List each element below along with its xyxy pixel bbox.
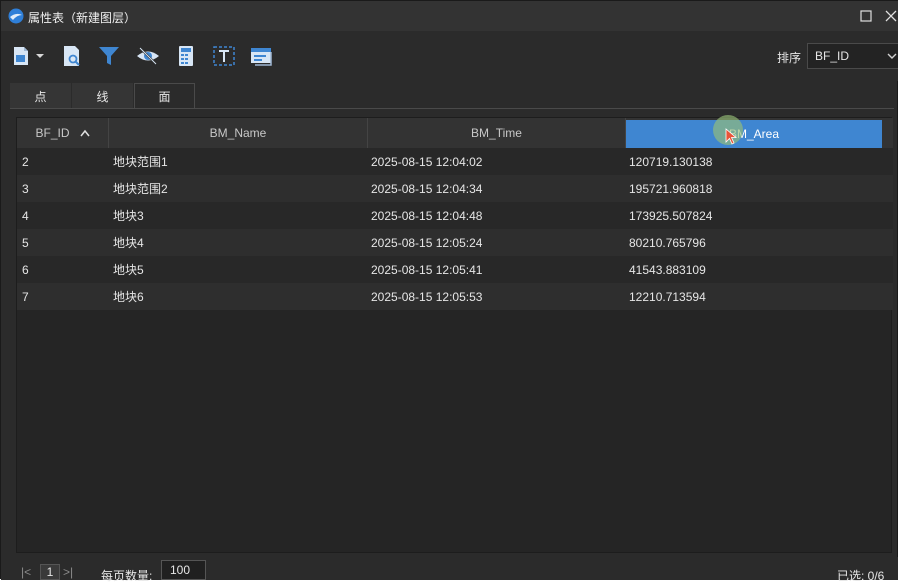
tab-line[interactable]: 线 — [72, 83, 133, 109]
visibility-icon[interactable] — [135, 43, 161, 69]
column-header-bm-time[interactable]: BM_Time — [368, 118, 626, 148]
toolbar — [1, 31, 898, 81]
table-row[interactable]: 7 地块6 2025-08-15 12:05:53 12210.713594 — [17, 283, 893, 310]
table-row[interactable]: 6 地块5 2025-08-15 12:05:41 41543.883109 — [17, 256, 893, 283]
current-page-number[interactable]: 1 — [40, 564, 60, 580]
cell-bm-area: 12210.713594 — [629, 289, 706, 304]
last-page-button[interactable]: >| — [63, 565, 73, 579]
sort-label: 排序 — [777, 51, 802, 65]
cell-bf-id: 6 — [22, 262, 29, 277]
cell-bm-name: 地块3 — [113, 209, 144, 223]
table-row[interactable]: 2 地块范围1 2025-08-15 12:04:02 120719.13013… — [17, 148, 893, 175]
per-page-input[interactable]: 100 — [161, 560, 206, 580]
cell-bm-area: 120719.130138 — [629, 154, 713, 169]
maximize-icon[interactable] — [856, 6, 876, 26]
sort-field-select[interactable]: BF_ID — [807, 43, 898, 69]
selected-count: 已选: 0/6 — [837, 569, 885, 583]
table-row[interactable]: 3 地块范围2 2025-08-15 12:04:34 195721.96081… — [17, 175, 893, 202]
column-header-bm-name[interactable]: BM_Name — [109, 118, 368, 148]
cell-bm-area: 80210.765796 — [629, 235, 706, 250]
text-field-icon[interactable] — [211, 43, 237, 69]
column-header-label: BM_Name — [209, 126, 267, 140]
cell-bm-time: 2025-08-15 12:05:24 — [371, 235, 483, 250]
cell-bm-name: 地块4 — [113, 236, 144, 250]
layer-type-tabs: 点 线 面 — [10, 83, 196, 109]
window-title: 属性表（新建图层） — [28, 11, 137, 25]
attribute-table-window: 属性表（新建图层） 排序 BF_ID 点 线 面 BF_ID BM_Name B… — [0, 0, 898, 583]
cell-bm-time: 2025-08-15 12:04:02 — [371, 154, 483, 169]
cell-bm-area: 173925.507824 — [629, 208, 713, 223]
table-row[interactable]: 5 地块4 2025-08-15 12:05:24 80210.765796 — [17, 229, 893, 256]
table-header: BF_ID BM_Name BM_Time BM_Area — [17, 118, 893, 148]
cell-bm-name: 地块范围2 — [113, 182, 168, 196]
mouse-cursor-icon — [725, 128, 741, 149]
pagination-bar: |< 1 >| 每页数量: 100 已选: 0/6 — [1, 557, 898, 583]
calculator-icon[interactable] — [173, 43, 199, 69]
cell-bf-id: 2 — [22, 154, 29, 169]
cell-bm-area: 41543.883109 — [629, 262, 706, 277]
cell-bm-name: 地块6 — [113, 290, 144, 304]
table-form-icon[interactable] — [249, 43, 275, 69]
first-page-button[interactable]: |< — [21, 565, 31, 579]
tab-divider — [10, 108, 894, 109]
app-logo-icon — [8, 8, 24, 24]
cell-bm-name: 地块5 — [113, 263, 144, 277]
cell-bf-id: 3 — [22, 181, 29, 196]
cell-bm-time: 2025-08-15 12:04:34 — [371, 181, 483, 196]
tab-label: 点 — [34, 89, 47, 104]
sort-ascending-icon — [79, 129, 90, 137]
cell-bm-name: 地块范围1 — [113, 155, 168, 169]
close-icon[interactable] — [881, 6, 898, 26]
column-header-label: BM_Time — [471, 126, 522, 140]
cell-bf-id: 7 — [22, 289, 29, 304]
cell-bm-time: 2025-08-15 12:05:53 — [371, 289, 483, 304]
table-row[interactable]: 4 地块3 2025-08-15 12:04:48 173925.507824 — [17, 202, 893, 229]
cell-bm-area: 195721.960818 — [629, 181, 713, 196]
export-icon[interactable] — [11, 43, 47, 69]
tab-polygon[interactable]: 面 — [134, 83, 195, 109]
attribute-table: BF_ID BM_Name BM_Time BM_Area 2 地块范围1 20… — [16, 117, 893, 553]
tab-label: 面 — [158, 90, 171, 104]
cell-bm-time: 2025-08-15 12:04:48 — [371, 208, 483, 223]
chevron-down-icon — [886, 48, 898, 67]
cell-bm-time: 2025-08-15 12:05:41 — [371, 262, 483, 277]
per-page-label: 每页数量: — [101, 569, 153, 583]
cell-bf-id: 5 — [22, 235, 29, 250]
filter-icon[interactable] — [96, 43, 122, 69]
sort-field-value: BF_ID — [815, 49, 850, 63]
cell-bf-id: 4 — [22, 208, 29, 223]
column-header-bf-id[interactable]: BF_ID — [17, 118, 109, 148]
tab-label: 线 — [96, 89, 109, 104]
zoom-to-icon[interactable] — [59, 43, 85, 69]
column-header-bm-area[interactable]: BM_Area — [626, 120, 882, 148]
column-header-label: BF_ID — [35, 126, 70, 140]
title-bar[interactable]: 属性表（新建图层） — [1, 1, 898, 31]
tab-point[interactable]: 点 — [10, 83, 71, 109]
